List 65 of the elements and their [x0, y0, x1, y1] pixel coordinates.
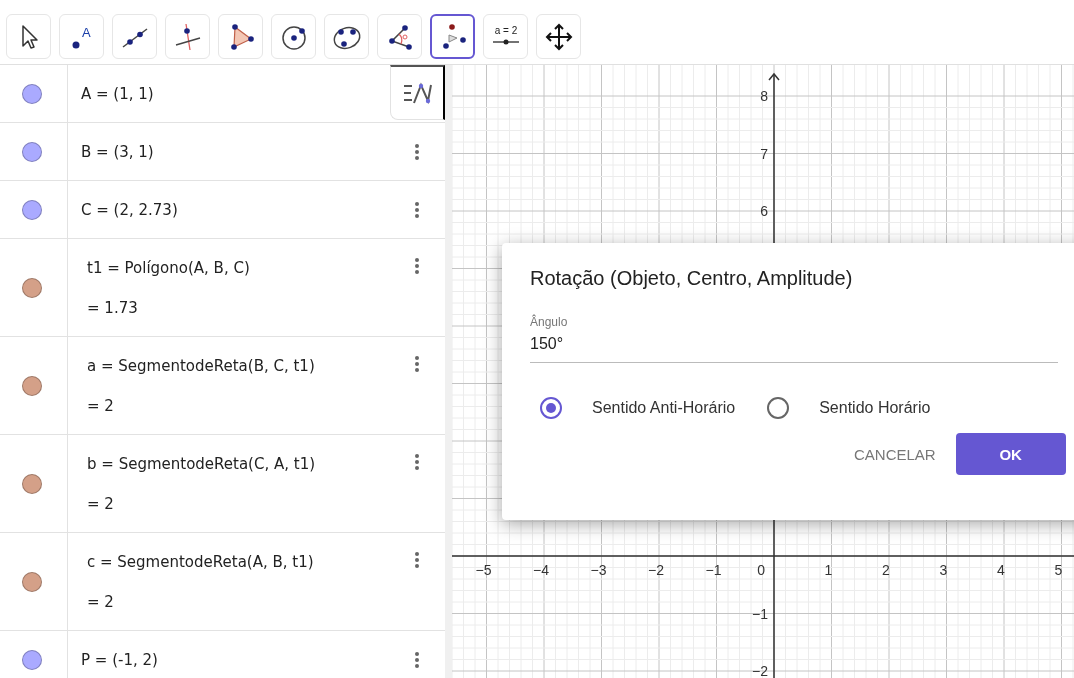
algebra-definition: B = (3, 1) [81, 142, 155, 161]
more-menu-icon[interactable] [414, 453, 420, 471]
x-tick-label: −2 [648, 562, 664, 578]
algebra-definition: C = (2, 2.73) [81, 200, 179, 219]
more-menu-icon[interactable] [414, 355, 420, 373]
slider-tool-button[interactable]: a = 2 [483, 14, 528, 59]
polygon-tool-button[interactable] [218, 14, 263, 59]
field-value: 150° [530, 335, 564, 353]
x-tick-label: −1 [705, 562, 722, 578]
visibility-toggle[interactable] [21, 199, 42, 220]
origin-label: 0 [757, 562, 765, 578]
visibility-toggle[interactable] [21, 277, 42, 298]
pan-tool-button[interactable] [536, 14, 581, 59]
algebra-value: = 1.73 [87, 298, 139, 317]
perpendicular-tool-button[interactable] [165, 14, 210, 59]
visibility-toggle[interactable] [21, 141, 42, 162]
more-menu-icon[interactable] [414, 201, 420, 219]
algebra-definition: b = SegmentodeReta(C, A, t1) [87, 454, 317, 473]
more-menu-icon[interactable] [414, 651, 420, 669]
algebra-definition: t1 = Polígono(A, B, C) [87, 258, 251, 277]
y-tick-label: 6 [760, 203, 768, 219]
radio-button[interactable] [540, 397, 562, 419]
x-tick-label: 5 [1054, 562, 1063, 578]
circle-tool-button[interactable] [271, 14, 316, 59]
x-tick-label: −5 [475, 562, 492, 578]
x-tick-label: 3 [939, 562, 948, 578]
y-tick-label: 8 [760, 88, 768, 104]
dialog-title: Rotação (Objeto, Centro, Amplitude) [530, 266, 853, 291]
move-tool-button[interactable] [6, 14, 51, 59]
algebra-style-button[interactable] [390, 65, 445, 120]
more-menu-icon[interactable] [414, 143, 420, 161]
visibility-toggle[interactable] [21, 473, 42, 494]
visibility-toggle[interactable] [21, 571, 42, 592]
rotate-tool-button[interactable] [430, 14, 475, 59]
radio-button[interactable] [767, 397, 790, 419]
radio-label[interactable]: Sentido Horário [819, 399, 931, 417]
angle-tool-button[interactable] [377, 14, 422, 59]
visibility-toggle[interactable] [21, 375, 42, 396]
more-menu-icon[interactable] [414, 551, 420, 569]
algebra-definition: A = (1, 1) [81, 84, 155, 103]
algebra-definition: c = SegmentodeReta(A, B, t1) [87, 552, 315, 571]
x-tick-label: 1 [824, 562, 833, 578]
algebra-value: = 2 [87, 396, 115, 415]
visibility-toggle[interactable] [21, 649, 42, 670]
conic-tool-button[interactable] [324, 14, 369, 59]
x-tick-label: 2 [882, 562, 890, 578]
algebra-value: = 2 [87, 592, 115, 611]
y-tick-label: 7 [760, 145, 768, 162]
y-tick-label: −1 [752, 605, 768, 622]
algebra-definition: a = SegmentodeReta(B, C, t1) [87, 356, 316, 375]
ok-button[interactable]: OK [955, 433, 1066, 475]
y-tick-label: −2 [752, 663, 768, 678]
x-tick-label: −3 [590, 562, 607, 578]
angle-input-field[interactable]: Ângulo 150° [530, 315, 1058, 363]
visibility-toggle[interactable] [21, 83, 42, 104]
line-tool-button[interactable] [112, 14, 157, 59]
algebra-definition: P = (-1, 2) [81, 650, 159, 669]
algebra-value: = 2 [87, 494, 115, 513]
x-tick-label: 4 [997, 562, 1005, 578]
radio-label[interactable]: Sentido Anti-Horário [592, 399, 736, 417]
x-tick-label: −4 [533, 562, 549, 578]
cancel-button[interactable]: CANCELAR [846, 433, 944, 475]
field-label: Ângulo [530, 315, 568, 329]
point-tool-button[interactable]: A [59, 14, 104, 59]
more-menu-icon[interactable] [414, 257, 420, 275]
